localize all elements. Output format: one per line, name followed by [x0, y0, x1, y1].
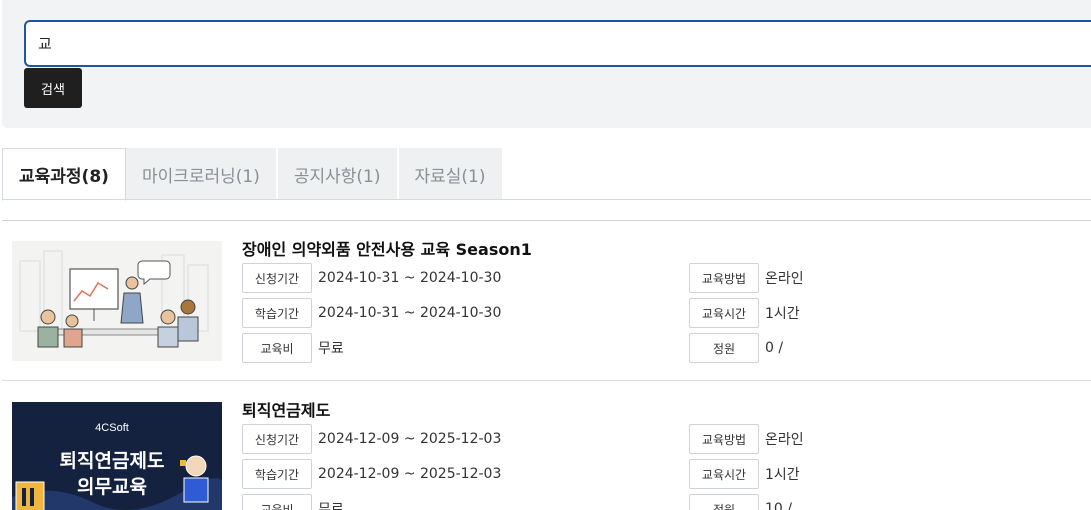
search-input[interactable] — [24, 20, 1091, 67]
method-value: 온라인 — [765, 432, 804, 448]
fee-label: 교육비 — [242, 494, 312, 510]
meeting-illustration-icon — [12, 241, 222, 361]
time-row: 교육시간 1시간 — [689, 298, 800, 328]
time-label: 교육시간 — [689, 298, 759, 328]
tab-notices[interactable]: 공지사항(1) — [277, 148, 399, 200]
apply-period-row: 신청기간 2024-10-31 ~ 2024-10-30 — [242, 263, 501, 293]
study-period-value: 2024-10-31 ~ 2024-10-30 — [318, 305, 502, 321]
method-label: 교육방법 — [689, 263, 759, 293]
fee-value: 무료 — [318, 341, 344, 357]
capacity-label: 정원 — [689, 333, 759, 363]
method-value: 온라인 — [765, 271, 804, 287]
study-period-label: 학습기간 — [242, 298, 312, 328]
method-label: 교육방법 — [689, 424, 759, 454]
method-row: 교육방법 온라인 — [689, 263, 804, 293]
tab-courses[interactable]: 교육과정(8) — [2, 148, 126, 201]
course-item: 4CSoft 퇴직연금제도 의무교육 퇴직연금제도 신청기간 2024-12-0… — [2, 380, 1091, 510]
fee-row: 교육비 무료 — [242, 333, 344, 363]
fee-value: 무료 — [318, 502, 344, 510]
capacity-row: 정원 10 / — [689, 494, 792, 510]
capacity-value: 0 / — [765, 340, 784, 356]
time-row: 교육시간 1시간 — [689, 459, 800, 489]
course-title[interactable]: 퇴직연금제도 — [242, 397, 330, 421]
apply-period-value: 2024-10-31 ~ 2024-10-30 — [318, 270, 502, 286]
category-tabs: 교육과정(8) 마이크로러닝(1) 공지사항(1) 자료실(1) — [2, 148, 504, 201]
search-panel: 검색 — [2, 0, 1091, 128]
search-button[interactable]: 검색 — [24, 68, 82, 108]
tab-microlearning[interactable]: 마이크로러닝(1) — [125, 148, 278, 200]
study-period-value: 2024-12-09 ~ 2025-12-03 — [318, 466, 502, 482]
capacity-row: 정원 0 / — [689, 333, 783, 363]
apply-period-label: 신청기간 — [242, 263, 312, 293]
study-period-row: 학습기간 2024-12-09 ~ 2025-12-03 — [242, 459, 501, 489]
thumb-line1: 퇴직연금제도 — [59, 450, 165, 472]
course-thumbnail[interactable] — [12, 241, 222, 361]
tab-resources[interactable]: 자료실(1) — [398, 148, 504, 200]
time-value: 1시간 — [765, 467, 800, 483]
time-label: 교육시간 — [689, 459, 759, 489]
tab-divider — [2, 199, 1091, 200]
method-row: 교육방법 온라인 — [689, 424, 804, 454]
capacity-value: 10 / — [765, 501, 792, 510]
study-period-label: 학습기간 — [242, 459, 312, 489]
course-thumbnail[interactable]: 4CSoft 퇴직연금제도 의무교육 — [12, 402, 222, 510]
course-title[interactable]: 장애인 의약외품 안전사용 교육 Season1 — [242, 236, 532, 260]
capacity-label: 정원 — [689, 494, 759, 510]
course-item: 장애인 의약외품 안전사용 교육 Season1 신청기간 2024-10-31… — [2, 221, 1091, 380]
study-period-row: 학습기간 2024-10-31 ~ 2024-10-30 — [242, 298, 501, 328]
fee-label: 교육비 — [242, 333, 312, 363]
apply-period-label: 신청기간 — [242, 424, 312, 454]
apply-period-value: 2024-12-09 ~ 2025-12-03 — [318, 431, 502, 447]
thumb-line2: 의무교육 — [77, 476, 147, 498]
thumb-brand: 4CSoft — [95, 422, 129, 434]
time-value: 1시간 — [765, 306, 800, 322]
fee-row: 교육비 무료 — [242, 494, 344, 510]
apply-period-row: 신청기간 2024-12-09 ~ 2025-12-03 — [242, 424, 501, 454]
